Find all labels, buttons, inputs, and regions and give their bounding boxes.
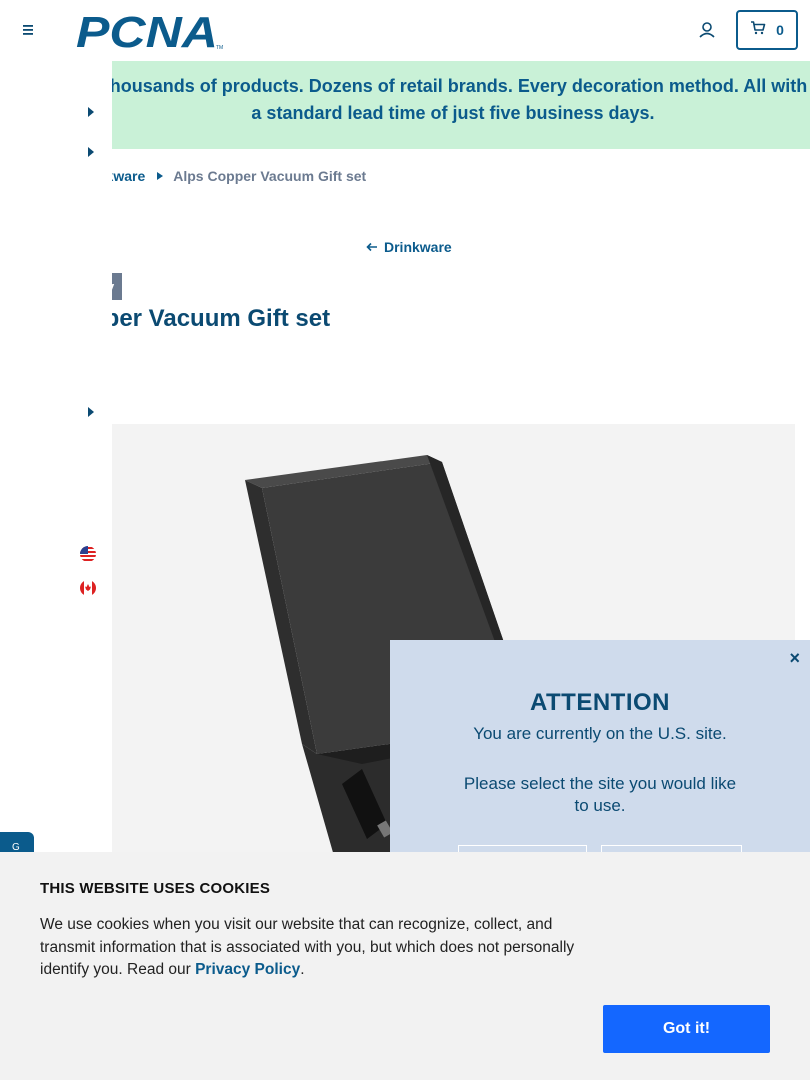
cookie-text: We use cookies when you visit our websit… <box>40 914 605 982</box>
cart-icon <box>750 20 766 40</box>
page: PCNA TM 0 Thousands of products. Dozens … <box>0 0 810 1080</box>
arrow-left-icon <box>366 242 377 252</box>
modal-current-site-text: You are currently on the U.S. site. <box>473 724 727 743</box>
cookie-text-end: . <box>300 961 305 978</box>
cookie-banner: THIS WEBSITE USES COOKIES We use cookies… <box>0 852 810 1080</box>
modal-title: ATTENTION <box>529 689 671 716</box>
user-icon[interactable] <box>696 19 718 41</box>
cookie-title: THIS WEBSITE USES COOKIES <box>40 880 271 897</box>
modal-instructions: Please select the site you would like to… <box>463 774 737 815</box>
back-to-drinkware-link[interactable]: Drinkware <box>366 239 452 255</box>
promo-banner-text: Thousands of products. Dozens of retail … <box>98 76 808 123</box>
pcna-logo[interactable]: PCNA TM <box>76 8 226 57</box>
breadcrumb-separator-icon <box>157 172 164 180</box>
breadcrumb: nkware Alps Copper Vacuum Gift set <box>97 167 367 185</box>
back-link-label: Drinkware <box>384 239 452 255</box>
chevron-right-icon[interactable] <box>87 146 95 158</box>
cookie-description: We use cookies when you visit our websit… <box>40 916 575 978</box>
us-flag-icon[interactable] <box>80 546 96 562</box>
hamburger-icon[interactable] <box>18 20 38 40</box>
logo-tm: TM <box>216 45 223 50</box>
product-title: pper Vacuum Gift set <box>90 305 331 332</box>
cart-count: 0 <box>776 22 784 38</box>
chevron-right-icon[interactable] <box>87 106 95 118</box>
privacy-policy-link[interactable]: Privacy Policy <box>195 961 300 978</box>
promo-banner: Thousands of products. Dozens of retail … <box>0 61 810 149</box>
accept-cookies-button[interactable]: Got it! <box>603 1005 770 1053</box>
chevron-right-icon[interactable] <box>87 406 95 418</box>
breadcrumb-current: Alps Copper Vacuum Gift set <box>173 168 367 184</box>
cart-button[interactable]: 0 <box>736 10 798 50</box>
canada-flag-icon[interactable] <box>80 580 96 596</box>
site-selection-modal: × ATTENTION You are currently on the U.S… <box>390 640 810 881</box>
site-header: PCNA TM 0 <box>0 0 810 61</box>
logo-text: PCNA <box>76 10 218 50</box>
close-icon[interactable]: × <box>789 648 800 669</box>
